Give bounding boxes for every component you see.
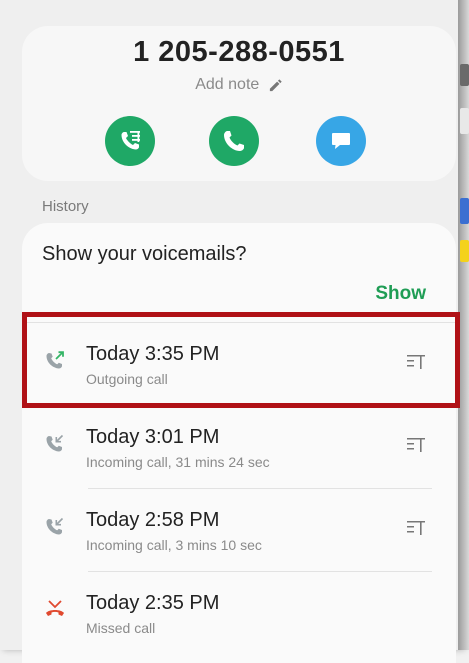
call-time: Today 2:58 PM (86, 509, 220, 531)
edge-fragment (460, 198, 469, 224)
message-icon[interactable] (406, 353, 426, 371)
add-note-button[interactable]: Add note (22, 76, 456, 94)
contact-card: 1 205-288-0551 Add note (22, 26, 456, 181)
phone-message-icon (121, 131, 140, 150)
call-time: Today 2:35 PM (86, 592, 220, 614)
missed-call-icon (46, 600, 64, 616)
call-time: Today 3:35 PM (86, 343, 220, 365)
pencil-icon (269, 78, 282, 91)
call-log-row[interactable]: Today 2:58 PM Incoming call, 3 mins 10 s… (22, 489, 456, 571)
call-detail: Incoming call, 31 mins 24 sec (86, 454, 270, 470)
phone-number: 1 205-288-0551 (133, 36, 345, 68)
call-detail: Incoming call, 3 mins 10 sec (86, 537, 262, 553)
edge-fragment (460, 64, 469, 86)
call-log-row[interactable]: Today 3:35 PM Outgoing call (22, 323, 456, 405)
phone-screen: 1 205-288-0551 Add note History Show you… (0, 0, 462, 663)
call-log-row[interactable]: Today 3:01 PM Incoming call, 31 mins 24 … (22, 406, 456, 488)
call-button[interactable] (209, 116, 259, 166)
call-time: Today 3:01 PM (86, 426, 220, 448)
show-voicemails-button[interactable]: Show (375, 283, 426, 305)
message-button[interactable] (316, 116, 366, 166)
incoming-call-icon (46, 517, 64, 535)
message-icon[interactable] (406, 436, 426, 454)
phone-icon (224, 131, 244, 151)
outgoing-call-icon (46, 351, 64, 369)
incoming-call-icon (46, 434, 64, 452)
chat-icon (332, 133, 350, 149)
edge-fragment (460, 240, 469, 262)
history-section-label: History (42, 198, 89, 215)
edge-fragment (460, 108, 469, 134)
call-detail: Outgoing call (86, 371, 168, 387)
call-log-row[interactable]: Today 2:35 PM Missed call (22, 572, 456, 654)
call-detail: Missed call (86, 620, 156, 636)
call-with-message-button[interactable] (105, 116, 155, 166)
screen-edge (458, 0, 469, 650)
history-card: Show your voicemails? Show Today 3:35 PM… (22, 223, 456, 663)
add-note-label: Add note (195, 76, 260, 93)
message-icon[interactable] (406, 519, 426, 537)
voicemail-prompt: Show your voicemails? (42, 243, 247, 265)
